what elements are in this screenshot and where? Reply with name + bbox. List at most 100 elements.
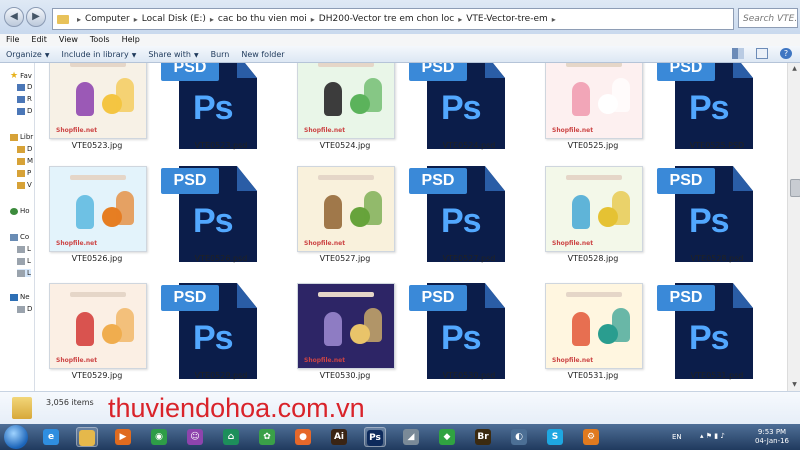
menu-file[interactable]: File — [0, 34, 25, 46]
menu-edit[interactable]: Edit — [25, 34, 53, 46]
nav-item[interactable]: D — [17, 145, 32, 153]
psd-file-icon: PSD Ps — [161, 166, 257, 262]
menu-view[interactable]: View — [53, 34, 84, 46]
file-item[interactable]: PSD Ps VTE0528.psd — [655, 166, 779, 282]
language-indicator[interactable]: EN — [672, 433, 682, 441]
firefox-icon[interactable]: ● — [292, 427, 314, 447]
help-icon[interactable]: ? — [780, 48, 792, 59]
computer-icon — [10, 233, 18, 241]
file-item[interactable]: Shopfile.net VTE0529.jpg — [35, 283, 159, 391]
burn-button[interactable]: Burn — [205, 50, 236, 59]
chevron-right-icon[interactable]: ▸ — [134, 15, 138, 24]
image-thumbnail: Shopfile.net — [297, 63, 395, 139]
ie-icon[interactable]: e — [40, 427, 62, 447]
file-item[interactable]: Shopfile.net VTE0527.jpg — [283, 166, 407, 282]
nav-item-label: M — [27, 157, 34, 165]
homegroup-icon — [10, 207, 18, 215]
file-item[interactable]: PSD Ps VTE0531.psd — [655, 283, 779, 391]
file-item[interactable]: Shopfile.net VTE0523.jpg — [35, 63, 159, 169]
nav-item-label: V — [27, 181, 32, 189]
vertical-scrollbar[interactable]: ▲ ▼ — [787, 63, 800, 391]
illustrator-icon[interactable]: Ai — [328, 427, 350, 447]
explorer-icon[interactable] — [76, 427, 98, 447]
include-in-library-button[interactable]: Include in library ▼ — [55, 50, 142, 59]
corel-draw-icon[interactable]: ◆ — [436, 427, 458, 447]
skype-icon[interactable]: S — [544, 427, 566, 447]
nav-item[interactable]: Ho — [10, 207, 30, 215]
nav-item[interactable]: M — [17, 157, 33, 165]
chevron-right-icon[interactable]: ▸ — [552, 15, 556, 24]
breadcrumb[interactable]: cac bo thu vien moi — [218, 14, 307, 24]
chevron-right-icon[interactable]: ▸ — [311, 15, 315, 24]
search-input[interactable]: Search VTE... — [738, 8, 798, 28]
media-player-icon[interactable]: ▶ — [112, 427, 134, 447]
file-item[interactable]: Shopfile.net VTE0524.jpg — [283, 63, 407, 169]
skype-icon-glyph: S — [547, 429, 563, 445]
chrome-icon[interactable]: ◉ — [148, 427, 170, 447]
file-name: VTE0528.psd — [690, 254, 744, 263]
new-folder-button[interactable]: New folder — [235, 50, 290, 59]
psd-badge: PSD — [409, 168, 467, 194]
bridge-icon[interactable]: Br — [472, 427, 494, 447]
scroll-down-icon[interactable]: ▼ — [789, 379, 800, 391]
preview-pane-icon[interactable] — [756, 48, 768, 59]
file-item[interactable]: Shopfile.net VTE0528.jpg — [531, 166, 655, 282]
file-item[interactable]: PSD Ps VTE0525.PSD — [655, 63, 779, 169]
organize-button[interactable]: Organize ▼ — [0, 50, 55, 59]
corel-icon[interactable]: ✿ — [256, 427, 278, 447]
breadcrumb[interactable]: Computer — [85, 14, 130, 24]
nav-item[interactable]: Libr — [10, 133, 33, 141]
system-tray[interactable]: ▴ ⚑ ▮ ♪ — [700, 432, 740, 442]
breadcrumb[interactable]: Local Disk (E:) — [142, 14, 206, 24]
file-item[interactable]: Shopfile.net VTE0526.jpg — [35, 166, 159, 282]
menu-help[interactable]: Help — [116, 34, 146, 46]
settings-icon[interactable]: ⚙ — [580, 427, 602, 447]
scroll-up-icon[interactable]: ▲ — [789, 63, 800, 75]
file-item[interactable]: PSD Ps VTE0529.psd — [159, 283, 283, 391]
nav-item[interactable]: R — [17, 95, 32, 103]
nav-item[interactable]: V — [17, 181, 32, 189]
breadcrumb[interactable]: VTE-Vector-tre-em — [466, 14, 548, 24]
start-button[interactable] — [4, 425, 28, 449]
forward-button[interactable]: ▶ — [26, 7, 46, 27]
scrollbar-thumb[interactable] — [790, 179, 800, 197]
folder-icon — [12, 397, 32, 419]
change-view-icon[interactable] — [732, 48, 744, 59]
clock-date: 04-Jan-16 — [754, 437, 790, 445]
image-thumbnail: Shopfile.net — [297, 166, 395, 252]
nav-item[interactable]: ★ Fav — [10, 71, 32, 81]
file-item[interactable]: Shopfile.net VTE0525.jpg — [531, 63, 655, 169]
share-with-button[interactable]: Share with ▼ — [142, 50, 204, 59]
file-item[interactable]: PSD Ps VTE0527.psd — [407, 166, 531, 282]
nav-item[interactable]: D — [17, 107, 32, 115]
nav-item[interactable]: L — [17, 269, 31, 277]
menu-tools[interactable]: Tools — [84, 34, 116, 46]
photoshop-icon[interactable]: Ps — [364, 427, 386, 447]
sketchup-icon-glyph: ◢ — [403, 429, 419, 445]
file-item[interactable]: PSD Ps VTE0530.psd — [407, 283, 531, 391]
messenger-icon[interactable]: ☺ — [184, 427, 206, 447]
image-thumbnail: Shopfile.net — [49, 63, 147, 139]
breadcrumb[interactable]: DH200-Vector tre em chon loc — [319, 14, 454, 24]
chevron-right-icon[interactable]: ▸ — [210, 15, 214, 24]
file-item[interactable]: PSD Ps VTE0524.psd — [407, 63, 531, 169]
nav-item[interactable]: D — [17, 305, 32, 313]
file-item[interactable]: Shopfile.net VTE0531.jpg — [531, 283, 655, 391]
chevron-right-icon[interactable]: ▸ — [458, 15, 462, 24]
file-item[interactable]: PSD Ps VTE0523.psd — [159, 63, 283, 169]
ccleaner-icon[interactable]: ◐ — [508, 427, 530, 447]
file-item[interactable]: Shopfile.net VTE0530.jpg — [283, 283, 407, 391]
nav-item[interactable]: L — [17, 245, 31, 253]
nav-item[interactable]: D — [17, 83, 32, 91]
address-bar[interactable]: ▸ Computer ▸ Local Disk (E:) ▸ cac bo thu vi… — [52, 8, 734, 30]
nav-item[interactable]: Ne — [10, 293, 30, 301]
file-name: VTE0531.jpg — [567, 371, 619, 380]
app-icon[interactable]: ⌂ — [220, 427, 242, 447]
file-item[interactable]: PSD Ps VTE0526.psd — [159, 166, 283, 282]
sketchup-icon[interactable]: ◢ — [400, 427, 422, 447]
nav-item[interactable]: P — [17, 169, 31, 177]
back-button[interactable]: ◀ — [4, 7, 24, 27]
clock[interactable]: 9:53 PM 04-Jan-16 — [752, 428, 792, 446]
nav-item[interactable]: Co — [10, 233, 29, 241]
nav-item[interactable]: L — [17, 257, 31, 265]
